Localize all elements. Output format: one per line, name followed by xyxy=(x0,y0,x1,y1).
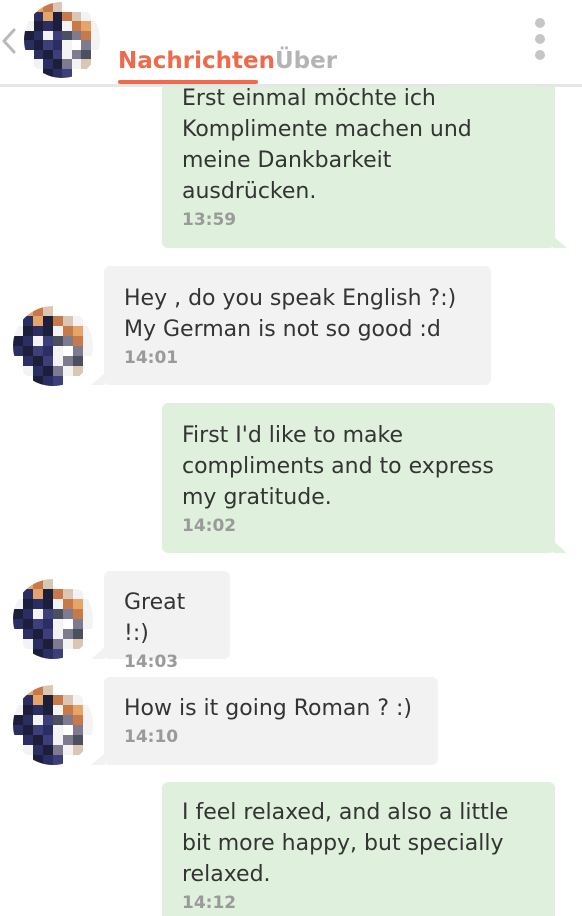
message-timestamp: 13:59 xyxy=(182,210,237,230)
tab-messages[interactable]: Nachrichten xyxy=(118,46,275,76)
bubble-tail xyxy=(553,236,567,248)
message-incoming[interactable]: Hey , do you speak English ?:) My German… xyxy=(104,266,491,385)
chat-screen: Erst einmal möchte ich Komplimente mache… xyxy=(0,0,582,916)
message-timestamp: 14:02 xyxy=(182,516,237,536)
message-outgoing[interactable]: Erst einmal möchte ich Komplimente mache… xyxy=(162,60,555,248)
message-text: Hey , do you speak English ?:) My German… xyxy=(124,286,457,342)
active-tab-indicator xyxy=(118,80,258,84)
message-outgoing[interactable]: I feel relaxed, and also a little bit mo… xyxy=(162,782,555,916)
message-timestamp: 14:12 xyxy=(182,893,237,913)
contact-avatar[interactable] xyxy=(13,579,93,659)
bubble-tail xyxy=(553,541,567,553)
message-text: Erst einmal möchte ich Komplimente mache… xyxy=(182,86,472,204)
message-timestamp: 14:10 xyxy=(124,727,179,747)
message-text: I feel relaxed, and also a little bit mo… xyxy=(182,800,509,887)
message-outgoing[interactable]: First I'd like to make compliments and t… xyxy=(162,403,555,553)
contact-avatar[interactable] xyxy=(24,2,100,78)
message-incoming[interactable]: How is it going Roman ? :) 14:10 xyxy=(104,677,438,765)
bubble-tail xyxy=(91,373,105,385)
message-timestamp: 14:03 xyxy=(124,652,179,672)
bubble-tail xyxy=(91,647,105,659)
contact-avatar[interactable] xyxy=(13,306,93,386)
bubble-tail xyxy=(91,753,105,765)
message-timestamp: 14:01 xyxy=(124,348,179,368)
contact-avatar[interactable] xyxy=(13,685,93,765)
message-text: First I'd like to make compliments and t… xyxy=(182,423,494,510)
tab-about[interactable]: Über xyxy=(275,46,337,76)
chat-header: Nachrichten Über xyxy=(0,0,582,87)
more-vertical-icon[interactable] xyxy=(532,18,548,64)
chevron-left-icon[interactable] xyxy=(2,26,24,56)
message-incoming[interactable]: Great !:) 14:03 xyxy=(104,571,230,672)
message-text: How is it going Roman ? :) xyxy=(124,696,412,721)
message-text: Great !:) xyxy=(124,590,186,646)
